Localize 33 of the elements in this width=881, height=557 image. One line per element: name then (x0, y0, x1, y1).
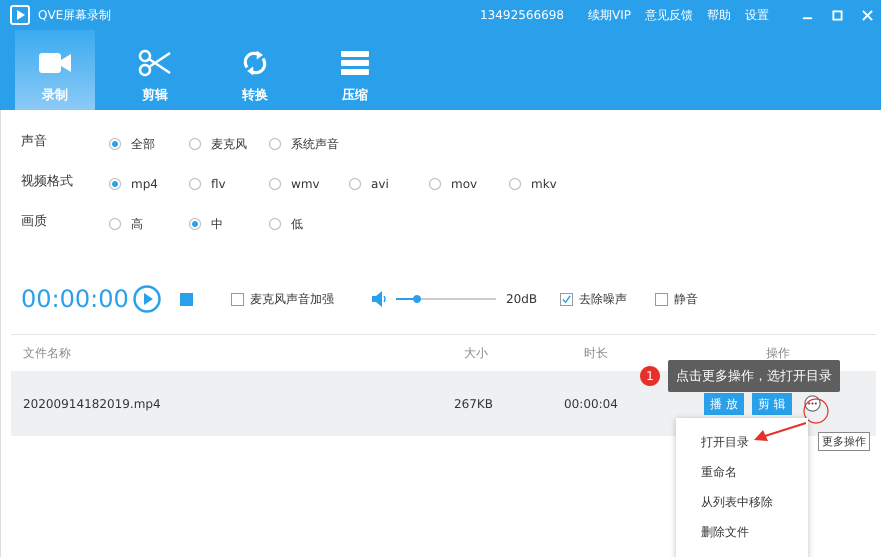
option-label: 画质 (21, 213, 48, 230)
menu-item[interactable]: 重命名 (676, 462, 808, 492)
radio-option[interactable]: avi (349, 177, 429, 191)
column-header: 文件名称 (22, 344, 72, 362)
menu-item[interactable]: 从列表中移除 (676, 492, 808, 522)
radio-option[interactable]: 中 (189, 216, 269, 232)
account-number: 13492566698 (480, 8, 564, 22)
radio-option[interactable]: mov (429, 177, 509, 191)
radio-option[interactable]: 低 (269, 216, 349, 232)
window-title: QVE屏幕录制 (38, 6, 112, 24)
radio-option[interactable]: mkv (509, 177, 589, 191)
mute-checkbox[interactable]: 静音 (655, 290, 698, 308)
column-header: 大小 (464, 344, 489, 362)
radio-option[interactable]: 全部 (109, 136, 189, 152)
hint-text: 点击更多操作，选打开目录 (668, 360, 840, 392)
menu-item[interactable]: 删除文件 (676, 522, 808, 552)
column-header: 操作 (765, 344, 790, 362)
table-cell-text: 00:00:04 (564, 396, 619, 410)
timer: 00:00:00 (21, 285, 130, 313)
step-badge: 1 (640, 366, 660, 386)
denoise-checkbox[interactable]: 去除噪声 (560, 290, 655, 308)
radio-option[interactable]: flv (189, 177, 269, 191)
radio-option[interactable]: 系统声音 (269, 136, 349, 152)
mic-boost-checkbox[interactable]: 麦克风声音加强 (231, 290, 371, 308)
column-header: 时长 (584, 344, 609, 362)
option-label: 声音 (21, 133, 48, 150)
volume-reading: 20dB (506, 292, 538, 306)
radio-option[interactable]: wmv (269, 177, 349, 191)
radio-option[interactable]: mp4 (109, 177, 189, 191)
option-label: 视频格式 (21, 173, 74, 190)
radio-option[interactable]: 麦克风 (189, 136, 269, 152)
tooltip: 更多操作 (818, 432, 870, 451)
radio-option[interactable]: 高 (109, 216, 189, 232)
